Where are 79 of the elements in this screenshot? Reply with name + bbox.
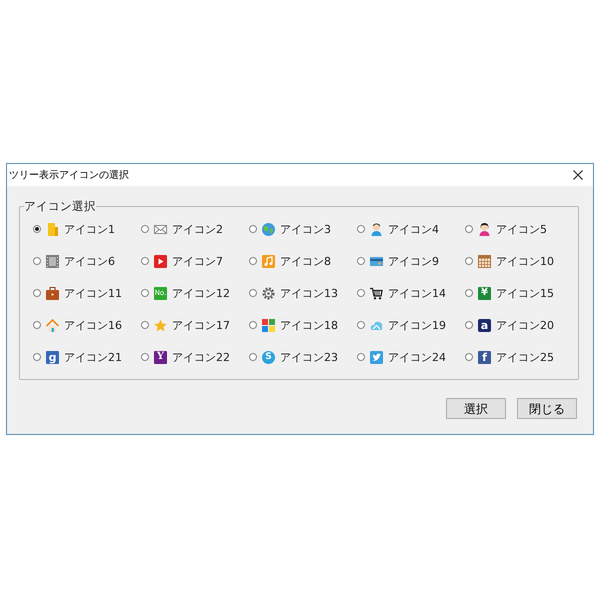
option-label: アイコン24 xyxy=(388,352,446,362)
letter-y-icon: Y xyxy=(154,350,167,364)
letter-f-icon: f xyxy=(478,350,491,364)
option-label: アイコン5 xyxy=(496,224,547,234)
yen-icon: ¥ xyxy=(478,286,491,300)
four-squares-icon xyxy=(262,318,275,332)
radio-button[interactable] xyxy=(465,289,473,297)
option-label: アイコン21 xyxy=(64,352,122,362)
option-label: アイコン25 xyxy=(496,352,554,362)
house-icon xyxy=(46,318,59,332)
radio-button[interactable] xyxy=(249,225,257,233)
option-label: アイコン23 xyxy=(280,352,338,362)
radio-button[interactable] xyxy=(141,321,149,329)
radio-button[interactable] xyxy=(465,257,473,265)
window-title: ツリー表示アイコンの選択 xyxy=(9,168,129,182)
gear-icon xyxy=(262,286,275,300)
radio-button[interactable] xyxy=(357,225,365,233)
option-label: アイコン13 xyxy=(280,288,338,298)
calendar-icon xyxy=(478,254,491,268)
dialog-button[interactable]: 閉じる xyxy=(517,398,577,419)
radio-button[interactable] xyxy=(465,225,473,233)
radio-button[interactable] xyxy=(249,257,257,265)
briefcase-icon xyxy=(46,286,59,300)
option-label: アイコン3 xyxy=(280,224,331,234)
radio-button[interactable] xyxy=(249,353,257,361)
option-label: アイコン15 xyxy=(496,288,554,298)
bird-icon xyxy=(370,350,383,364)
option-label: アイコン9 xyxy=(388,256,439,266)
radio-button[interactable] xyxy=(357,289,365,297)
dialog-button[interactable]: 選択 xyxy=(446,398,506,419)
close-icon xyxy=(573,170,583,180)
radio-button[interactable] xyxy=(249,289,257,297)
person-icon xyxy=(370,222,383,236)
radio-button[interactable] xyxy=(357,353,365,361)
radio-button[interactable] xyxy=(141,257,149,265)
star-icon xyxy=(154,318,167,332)
play-icon xyxy=(154,254,167,268)
option-label: アイコン2 xyxy=(172,224,223,234)
letter-g-icon: g xyxy=(46,350,59,364)
option-label: アイコン14 xyxy=(388,288,446,298)
card-icon xyxy=(370,254,383,268)
letter-s-icon: S xyxy=(262,350,275,364)
radio-button[interactable] xyxy=(357,257,365,265)
option-label: アイコン12 xyxy=(172,288,230,298)
group-title: アイコン選択 xyxy=(24,199,96,213)
radio-button[interactable] xyxy=(33,321,41,329)
option-label: アイコン10 xyxy=(496,256,554,266)
option-label: アイコン16 xyxy=(64,320,122,330)
option-label: アイコン11 xyxy=(64,288,122,298)
notebook-icon xyxy=(46,222,59,236)
radio-button[interactable] xyxy=(465,353,473,361)
option-label: アイコン4 xyxy=(388,224,439,234)
letter-a-icon: a xyxy=(478,318,491,332)
music-note-icon xyxy=(262,254,275,268)
option-label: アイコン6 xyxy=(64,256,115,266)
radio-button[interactable] xyxy=(465,321,473,329)
film-icon xyxy=(46,254,59,268)
option-label: アイコン22 xyxy=(172,352,230,362)
envelope-icon xyxy=(154,222,167,236)
close-button[interactable] xyxy=(571,168,585,182)
radio-button[interactable] xyxy=(33,257,41,265)
option-label: アイコン1 xyxy=(64,224,115,234)
radio-button[interactable] xyxy=(33,289,41,297)
globe-icon xyxy=(262,222,275,236)
radio-button[interactable] xyxy=(141,353,149,361)
option-label: アイコン18 xyxy=(280,320,338,330)
radio-button[interactable] xyxy=(141,289,149,297)
option-label: アイコン19 xyxy=(388,320,446,330)
person-icon xyxy=(478,222,491,236)
radio-button[interactable] xyxy=(141,225,149,233)
option-label: アイコン7 xyxy=(172,256,223,266)
radio-button[interactable] xyxy=(249,321,257,329)
cart-icon xyxy=(370,286,383,300)
radio-button[interactable] xyxy=(33,353,41,361)
option-label: アイコン8 xyxy=(280,256,331,266)
option-label: アイコン20 xyxy=(496,320,554,330)
option-label: アイコン17 xyxy=(172,320,230,330)
radio-button[interactable] xyxy=(33,225,41,233)
radio-button[interactable] xyxy=(357,321,365,329)
